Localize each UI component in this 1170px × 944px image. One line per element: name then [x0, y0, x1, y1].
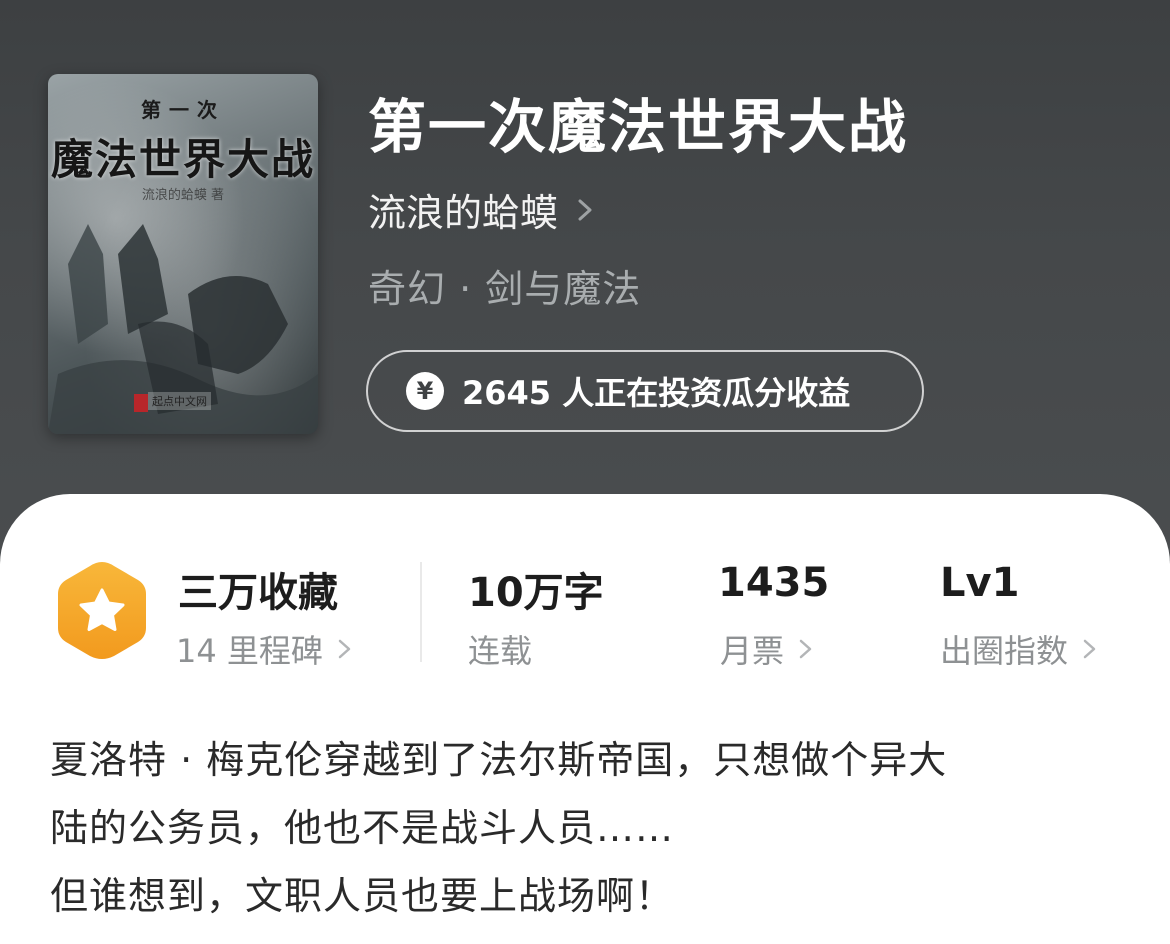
invest-label: 2645 人正在投资瓜分收益: [462, 374, 851, 412]
publisher-logo-icon: [134, 394, 148, 412]
milestone-link[interactable]: 14 里程碑: [176, 626, 353, 672]
invest-button[interactable]: ¥ 2645 人正在投资瓜分收益: [366, 350, 924, 432]
book-description[interactable]: 夏洛特 · 梅克伦穿越到了法尔斯帝国，只想做个异大 陆的公务员，他也不是战斗人员…: [50, 726, 1130, 930]
author-link[interactable]: 流浪的蛤蟆: [368, 182, 598, 237]
chevron-right-icon: [338, 639, 351, 659]
book-cover[interactable]: 第一次 魔法世界大战 流浪的蛤蟆 著 起点中文网: [48, 74, 318, 434]
popularity-index-label: 出圈指数: [940, 632, 1069, 670]
chevron-right-icon: [1083, 639, 1096, 659]
description-line: 陆的公务员，他也不是战斗人员……: [50, 806, 675, 850]
monthly-ticket-link[interactable]: 月票: [720, 626, 814, 672]
description-line: 但谁想到，文职人员也要上战场啊！: [50, 874, 675, 918]
book-genre[interactable]: 奇幻 · 剑与魔法: [368, 258, 641, 313]
yen-icon: ¥: [406, 372, 444, 410]
cover-author-text: 流浪的蛤蟆 著: [141, 188, 225, 203]
serial-status-label: 连载: [468, 632, 533, 670]
chevron-right-icon: [578, 199, 592, 220]
monthly-ticket-count: 1435: [718, 560, 830, 606]
chevron-right-icon: [799, 639, 812, 659]
milestone-label: 14 里程碑: [176, 632, 323, 670]
description-line: 夏洛特 · 梅克伦穿越到了法尔斯帝国，只想做个异大: [50, 738, 948, 782]
word-count: 10万字: [468, 570, 604, 616]
star-badge-icon: [58, 562, 146, 659]
serial-status: 连载: [468, 626, 532, 672]
cover-title-text: 魔法世界大战: [50, 135, 315, 184]
stat-divider: [420, 562, 422, 662]
cover-publisher-text: 起点中文网: [148, 392, 211, 410]
popularity-index-link[interactable]: 出圈指数: [940, 626, 1098, 672]
monthly-ticket-label: 月票: [720, 632, 785, 670]
cover-subtitle-text: 第一次: [141, 98, 225, 122]
popularity-level: Lv1: [940, 560, 1020, 606]
author-name: 流浪的蛤蟆: [368, 191, 559, 235]
collect-count: 三万收藏: [178, 570, 338, 616]
book-title: 第一次魔法世界大战: [368, 93, 909, 161]
